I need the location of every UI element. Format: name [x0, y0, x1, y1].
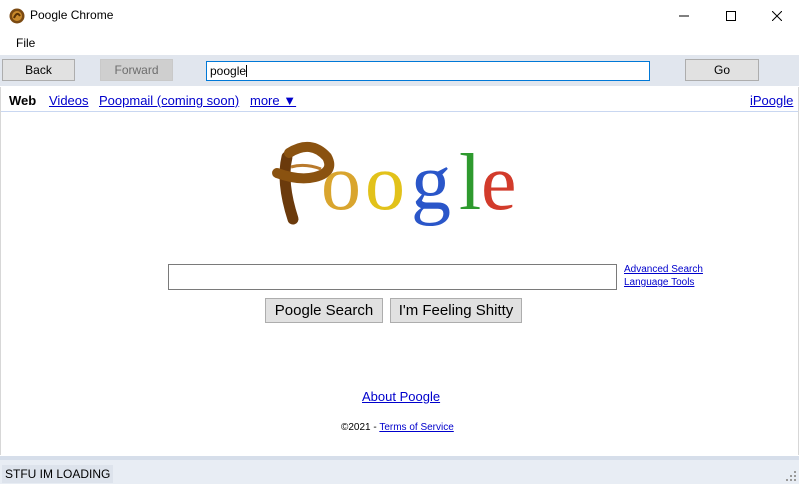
nav-more[interactable]: more ▼ — [250, 93, 296, 108]
logo-letter-o2: o — [365, 139, 405, 227]
nav-web: Web — [9, 93, 37, 108]
logo-letter-o1: o — [321, 139, 361, 227]
poogle-app-icon — [9, 8, 25, 24]
search-input[interactable] — [168, 264, 617, 290]
close-icon — [772, 10, 782, 21]
web-page: Web Videos Poopmail (coming soon) more ▼… — [0, 87, 799, 455]
logo-letter-g: g — [411, 139, 451, 227]
close-button[interactable] — [754, 0, 799, 31]
menu-file[interactable]: File — [16, 36, 35, 50]
poogle-search-button[interactable]: Poogle Search — [265, 298, 383, 323]
nav-videos[interactable]: Videos — [49, 93, 89, 108]
feeling-shitty-button[interactable]: I'm Feeling Shitty — [390, 298, 522, 323]
logo-letter-e: e — [481, 139, 517, 227]
go-button[interactable]: Go — [685, 59, 759, 81]
about-poogle-link[interactable]: About Poogle — [362, 389, 440, 404]
top-nav: Web Videos Poopmail (coming soon) more ▼… — [1, 87, 798, 112]
status-text: STFU IM LOADING — [2, 465, 114, 483]
title-bar: Poogle Chrome — [0, 0, 799, 32]
advanced-search-link[interactable]: Advanced Search — [624, 264, 703, 275]
nav-poopmail[interactable]: Poopmail (coming soon) — [99, 93, 239, 108]
maximize-button[interactable] — [708, 0, 754, 31]
poogle-logo: o o g l e — [272, 139, 517, 227]
terms-link[interactable]: Terms of Service — [379, 422, 453, 433]
maximize-icon — [726, 10, 736, 21]
address-value: poogle — [210, 64, 247, 78]
window-title: Poogle Chrome — [30, 8, 114, 22]
menu-bar: File — [0, 31, 799, 55]
logo-letter-l: l — [459, 139, 481, 227]
text-caret — [246, 65, 248, 77]
back-button[interactable]: Back — [2, 59, 75, 81]
minimize-button[interactable] — [661, 0, 707, 31]
forward-button[interactable]: Forward — [100, 59, 173, 81]
address-bar[interactable]: poogle — [206, 61, 650, 81]
copyright-text: ©2021 - — [341, 422, 380, 433]
language-tools-link[interactable]: Language Tools — [624, 277, 694, 288]
resize-grip-icon[interactable] — [786, 471, 796, 481]
nav-ipoogle[interactable]: iPoogle — [750, 93, 793, 108]
minimize-icon — [679, 15, 689, 16]
status-bar: STFU IM LOADING — [0, 456, 799, 484]
copyright: ©2021 - Terms of Service — [341, 422, 454, 433]
